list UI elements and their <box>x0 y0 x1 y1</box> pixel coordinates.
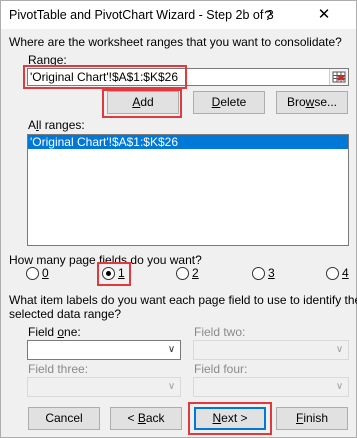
page-field-label-0: 0 <box>42 266 49 280</box>
page-field-radio-2[interactable] <box>176 267 189 280</box>
page-field-radio-0[interactable] <box>26 267 39 280</box>
all-ranges-label: All ranges: <box>28 118 85 132</box>
help-button[interactable]: ? <box>245 1 291 29</box>
page-fields-question: How many page fields do you want? <box>9 253 202 267</box>
wizard-dialog: PivotTable and PivotChart Wizard - Step … <box>0 0 357 438</box>
chevron-down-icon: ∨ <box>335 381 344 392</box>
field-three-select: ∨ <box>27 377 181 397</box>
page-field-label-2: 2 <box>192 266 199 280</box>
field-two-label: Field two: <box>194 325 246 339</box>
range-input[interactable]: 'Original Chart'!$A$1:$K$26 <box>27 68 349 86</box>
chevron-down-icon: ∨ <box>335 344 344 355</box>
all-ranges-list[interactable]: 'Original Chart'!$A$1:$K$26 <box>27 134 349 246</box>
page-field-label-3: 3 <box>268 266 275 280</box>
field-two-select: ∨ <box>193 340 349 360</box>
field-one-label: Field one: <box>28 325 81 339</box>
field-one-select[interactable]: ∨ <box>27 340 181 360</box>
field-four-label: Field four: <box>194 362 248 376</box>
range-label: Range: <box>28 53 67 67</box>
page-field-radio-1[interactable] <box>102 267 115 280</box>
page-field-radio-4[interactable] <box>326 267 339 280</box>
add-button[interactable]: Add <box>107 91 179 114</box>
field-four-select: ∨ <box>193 377 349 397</box>
window-title: PivotTable and PivotChart Wizard - Step … <box>9 8 274 22</box>
range-input-value: 'Original Chart'!$A$1:$K$26 <box>30 70 179 84</box>
item-labels-question-line2: selected data range? <box>9 307 122 321</box>
title-bar[interactable]: PivotTable and PivotChart Wizard - Step … <box>1 1 356 29</box>
chevron-down-icon: ∨ <box>167 381 176 392</box>
item-labels-question-line1: What item labels do you want each page f… <box>9 293 357 307</box>
finish-button[interactable]: Finish <box>276 407 348 430</box>
close-icon: ✕ <box>317 6 331 23</box>
close-button[interactable]: ✕ <box>301 1 347 29</box>
list-item[interactable]: 'Original Chart'!$A$1:$K$26 <box>28 135 348 149</box>
next-button[interactable]: Next > <box>194 407 266 430</box>
delete-button[interactable]: Delete <box>193 91 265 114</box>
range-selector-icon[interactable] <box>329 69 348 85</box>
chevron-down-icon: ∨ <box>167 344 176 355</box>
page-field-label-1: 1 <box>118 266 125 280</box>
browse-button[interactable]: Browse... <box>276 91 348 114</box>
page-field-label-4: 4 <box>342 266 349 280</box>
page-field-radio-3[interactable] <box>252 267 265 280</box>
cancel-button[interactable]: Cancel <box>28 407 100 430</box>
field-three-label: Field three: <box>28 362 89 376</box>
consolidate-question: Where are the worksheet ranges that you … <box>9 35 342 49</box>
back-button[interactable]: < Back <box>110 407 182 430</box>
